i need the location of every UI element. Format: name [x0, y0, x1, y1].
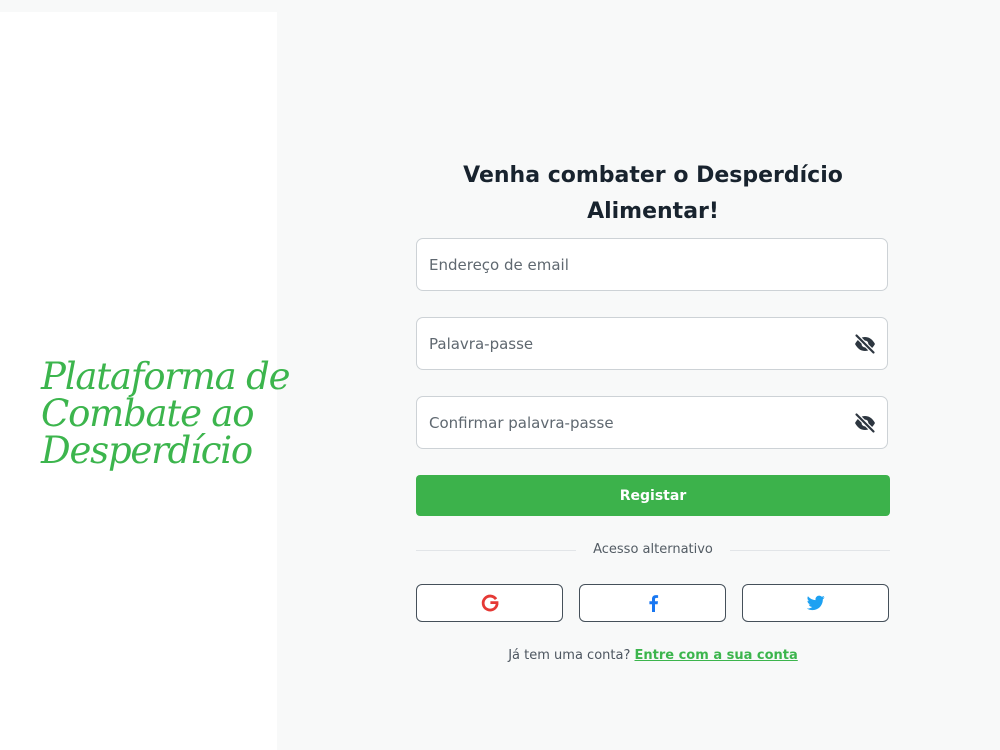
twitter-login-button[interactable] — [742, 584, 889, 622]
eye-slash-icon[interactable] — [853, 332, 877, 356]
register-button[interactable]: Registar — [416, 475, 890, 516]
login-prompt-text: Já tem uma conta? — [508, 648, 631, 663]
divider-line-right — [730, 550, 890, 551]
form-heading: Venha combater o Desperdício Alimentar! — [463, 163, 843, 224]
left-panel: Plataforma de Combate ao Desperdício — [0, 12, 290, 750]
brand-title-line-3: Desperdício — [41, 429, 253, 472]
alt-access-divider: Acesso alternativo — [416, 541, 890, 559]
login-prompt: Já tem uma conta? Entre com a sua conta — [416, 646, 890, 666]
twitter-icon — [806, 595, 825, 611]
confirm-password-input[interactable] — [429, 397, 839, 448]
brand-title: Plataforma de Combate ao Desperdício — [41, 355, 290, 472]
facebook-icon — [648, 595, 658, 612]
confirm-password-field — [416, 396, 888, 449]
login-link[interactable]: Entre com a sua conta — [635, 648, 798, 663]
password-field — [416, 317, 888, 370]
password-input[interactable] — [429, 318, 839, 369]
facebook-login-button[interactable] — [579, 584, 726, 622]
email-input[interactable] — [429, 239, 839, 290]
brand-title-line-1: Plataforma de — [41, 355, 290, 398]
google-login-button[interactable] — [416, 584, 563, 622]
brand-title-line-2: Combate ao — [41, 392, 254, 435]
eye-slash-icon[interactable] — [853, 411, 877, 435]
email-field — [416, 238, 888, 291]
google-icon — [481, 594, 498, 612]
